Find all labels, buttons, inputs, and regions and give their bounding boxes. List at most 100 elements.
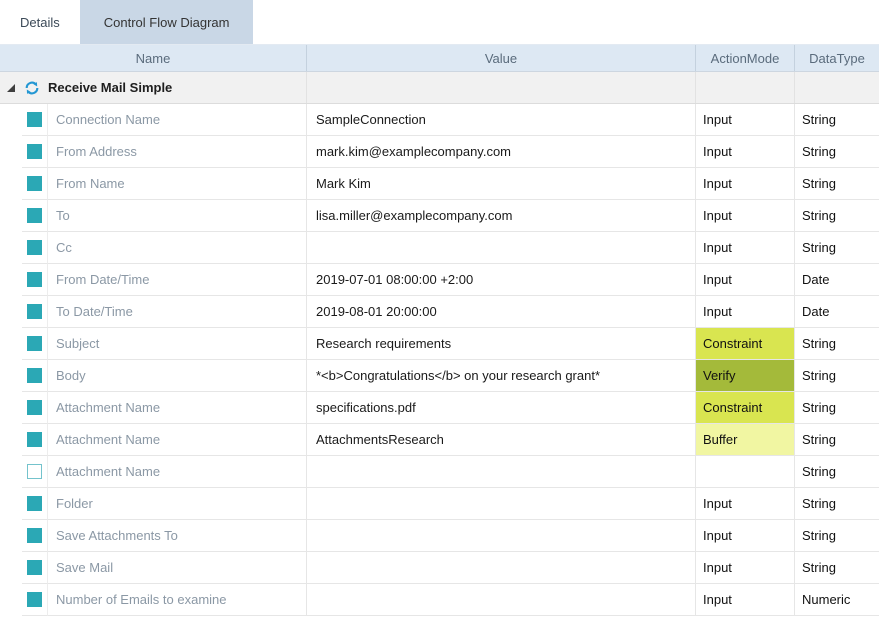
teal-checkbox-icon[interactable] [27,272,42,287]
teal-checkbox-icon[interactable] [27,304,42,319]
group-value-cell [307,72,696,103]
teal-checkbox-icon[interactable] [27,176,42,191]
table-row[interactable]: Tolisa.miller@examplecompany.comInputStr… [0,200,879,232]
column-header-value[interactable]: Value [307,45,696,71]
row-action-mode[interactable]: Input [696,104,795,136]
row-action-mode[interactable]: Input [696,232,795,264]
group-row-label: Receive Mail Simple [46,80,172,95]
tab-control-flow-diagram[interactable]: Control Flow Diagram [80,0,254,44]
row-data-type: String [795,168,879,200]
row-action-mode[interactable]: Input [696,200,795,232]
row-action-mode[interactable]: Input [696,488,795,520]
table-row[interactable]: From Addressmark.kim@examplecompany.comI… [0,136,879,168]
teal-checkbox-icon[interactable] [27,336,42,351]
column-header-name[interactable]: Name [0,45,307,71]
row-gutter [0,328,22,360]
row-action-mode[interactable]: Constraint [696,328,795,360]
row-action-mode[interactable] [696,456,795,488]
row-value[interactable]: SampleConnection [307,104,696,136]
row-data-type: String [795,104,879,136]
group-row[interactable]: Receive Mail Simple [0,72,879,104]
row-value[interactable]: specifications.pdf [307,392,696,424]
row-value[interactable]: lisa.miller@examplecompany.com [307,200,696,232]
row-value[interactable]: Mark Kim [307,168,696,200]
row-value[interactable] [307,552,696,584]
row-gutter [0,584,22,616]
table-row[interactable]: Attachment NameString [0,456,879,488]
empty-checkbox-icon[interactable] [27,464,42,479]
table-row[interactable]: Save MailInputString [0,552,879,584]
row-name: Attachment Name [48,392,307,424]
row-value[interactable] [307,488,696,520]
teal-checkbox-icon[interactable] [27,432,42,447]
row-value[interactable]: *<b>Congratulations</b> on your research… [307,360,696,392]
row-action-mode[interactable]: Buffer [696,424,795,456]
teal-checkbox-icon[interactable] [27,592,42,607]
table-row[interactable]: Number of Emails to examineInputNumeric [0,584,879,616]
table-body: Connection NameSampleConnectionInputStri… [0,104,879,616]
row-value[interactable] [307,584,696,616]
table-row[interactable]: FolderInputString [0,488,879,520]
row-value[interactable] [307,520,696,552]
row-action-mode[interactable]: Verify [696,360,795,392]
column-header-datatype[interactable]: DataType [795,45,879,71]
row-action-mode[interactable]: Input [696,264,795,296]
tab-details[interactable]: Details [0,0,80,44]
teal-checkbox-icon[interactable] [27,240,42,255]
table-row[interactable]: Attachment NameAttachmentsResearchBuffer… [0,424,879,456]
collapse-triangle-icon[interactable] [7,84,15,92]
row-action-mode[interactable]: Input [696,296,795,328]
row-value[interactable]: Research requirements [307,328,696,360]
checkbox-cell [22,168,48,200]
row-data-type: String [795,488,879,520]
group-actionmode-cell [696,72,795,103]
row-action-mode[interactable]: Input [696,520,795,552]
row-name: To Date/Time [48,296,307,328]
row-action-mode[interactable]: Input [696,552,795,584]
row-value[interactable]: mark.kim@examplecompany.com [307,136,696,168]
table-header: Name Value ActionMode DataType [0,44,879,72]
row-data-type: String [795,232,879,264]
teal-checkbox-icon[interactable] [27,496,42,511]
row-gutter [0,456,22,488]
checkbox-cell [22,232,48,264]
table-row[interactable]: Body*<b>Congratulations</b> on your rese… [0,360,879,392]
table-row[interactable]: From Date/Time2019-07-01 08:00:00 +2:00I… [0,264,879,296]
teal-checkbox-icon[interactable] [27,528,42,543]
teal-checkbox-icon[interactable] [27,144,42,159]
row-gutter [0,488,22,520]
row-name: To [48,200,307,232]
teal-checkbox-icon[interactable] [27,400,42,415]
row-name: From Name [48,168,307,200]
row-value[interactable] [307,456,696,488]
teal-checkbox-icon[interactable] [27,560,42,575]
table-row[interactable]: SubjectResearch requirementsConstraintSt… [0,328,879,360]
table-row[interactable]: CcInputString [0,232,879,264]
row-action-mode[interactable]: Input [696,136,795,168]
row-value[interactable]: 2019-07-01 08:00:00 +2:00 [307,264,696,296]
table-row[interactable]: Save Attachments ToInputString [0,520,879,552]
group-datatype-cell [795,72,879,103]
table-row[interactable]: From NameMark KimInputString [0,168,879,200]
teal-checkbox-icon[interactable] [27,112,42,127]
row-name: Save Mail [48,552,307,584]
row-action-mode[interactable]: Input [696,584,795,616]
row-name: From Date/Time [48,264,307,296]
column-header-actionmode[interactable]: ActionMode [696,45,795,71]
table-row[interactable]: Connection NameSampleConnectionInputStri… [0,104,879,136]
row-action-mode[interactable]: Constraint [696,392,795,424]
teal-checkbox-icon[interactable] [27,368,42,383]
row-name: Body [48,360,307,392]
row-value[interactable] [307,232,696,264]
row-data-type: Date [795,296,879,328]
row-action-mode[interactable]: Input [696,168,795,200]
row-value[interactable]: 2019-08-01 20:00:00 [307,296,696,328]
checkbox-cell [22,136,48,168]
row-data-type: String [795,136,879,168]
checkbox-cell [22,520,48,552]
teal-checkbox-icon[interactable] [27,208,42,223]
table-row[interactable]: To Date/Time2019-08-01 20:00:00InputDate [0,296,879,328]
row-name: Attachment Name [48,424,307,456]
row-value[interactable]: AttachmentsResearch [307,424,696,456]
table-row[interactable]: Attachment Namespecifications.pdfConstra… [0,392,879,424]
